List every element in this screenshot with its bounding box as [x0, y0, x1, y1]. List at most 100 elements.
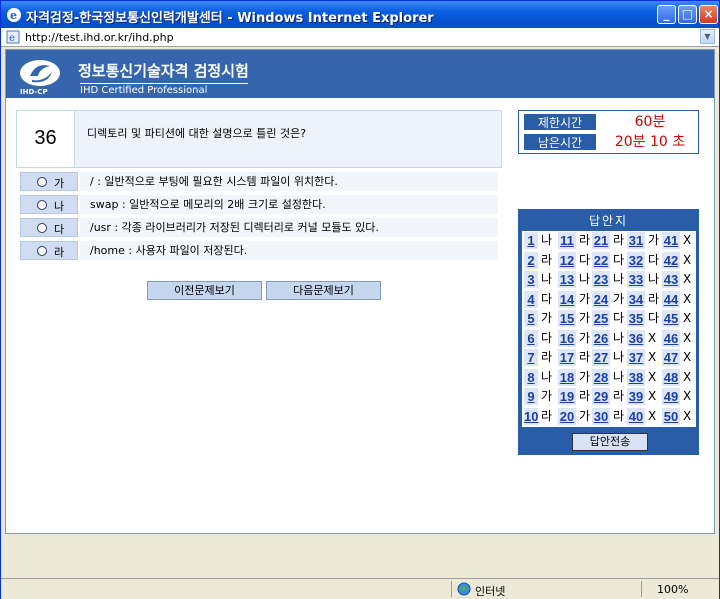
option-radio-button[interactable]: 라: [20, 241, 78, 260]
answer-question-link[interactable]: 21: [592, 232, 610, 249]
answer-question-link[interactable]: 8: [524, 368, 538, 386]
answer-question-link[interactable]: 50: [662, 407, 680, 425]
answer-question-link[interactable]: 17: [558, 349, 576, 366]
ihd-logo: IHD-CP: [20, 60, 60, 96]
answer-question-link[interactable]: 15: [558, 310, 576, 327]
answer-question-link[interactable]: 34: [627, 290, 645, 308]
answer-question-link[interactable]: 35: [627, 310, 645, 327]
status-divider: [641, 581, 642, 597]
answer-question-link[interactable]: 11: [558, 232, 576, 249]
answer-mark: X: [683, 369, 692, 384]
answer-question-link[interactable]: 43: [662, 271, 680, 288]
page-icon: e: [6, 30, 20, 44]
answer-question-link[interactable]: 12: [558, 251, 576, 269]
answer-question-link[interactable]: 5: [524, 310, 538, 327]
answer-question-link[interactable]: 27: [592, 349, 610, 366]
browser-window: e 자격검정-한국정보통신인력개발센터 - Windows Internet E…: [0, 0, 720, 599]
answer-question-link[interactable]: 38: [627, 368, 645, 386]
answer-question-link[interactable]: 9: [524, 388, 538, 405]
answer-question-link[interactable]: 1: [524, 232, 538, 249]
option-letter: 가: [54, 177, 65, 190]
answer-mark: 나: [648, 272, 660, 286]
answer-question-link[interactable]: 18: [558, 368, 576, 386]
answer-question-link[interactable]: 20: [558, 407, 576, 425]
answer-question-link[interactable]: 10: [524, 407, 538, 425]
submit-answers-button[interactable]: 답안전송: [572, 433, 648, 451]
answer-question-link[interactable]: 46: [662, 329, 680, 347]
answer-question-link[interactable]: 28: [592, 368, 610, 386]
answer-question-link[interactable]: 31: [627, 232, 645, 249]
answer-mark: 다: [541, 330, 553, 345]
radio-icon[interactable]: [37, 200, 47, 210]
answer-question-link[interactable]: 7: [524, 349, 538, 366]
answer-question-link[interactable]: 48: [662, 368, 680, 386]
answer-question-link[interactable]: 32: [627, 251, 645, 269]
radio-icon[interactable]: [37, 223, 47, 233]
option-row[interactable]: 나 swap : 일반적으로 메모리의 2배 크기로 설정한다.: [20, 195, 498, 214]
window-title: 자격검정-한국정보통신인력개발센터 - Windows Internet Exp…: [26, 11, 434, 26]
url-text[interactable]: http://test.ihd.or.kr/ihd.php: [25, 31, 174, 44]
answer-mark: 가: [579, 291, 591, 306]
question-text: 디렉토리 및 파티션에 대한 설명으로 틀린 것은?: [87, 127, 307, 140]
answer-question-link[interactable]: 33: [627, 271, 645, 288]
prev-question-button[interactable]: 이전문제보기: [147, 281, 262, 300]
answer-mark: 가: [613, 291, 625, 306]
answer-question-link[interactable]: 49: [662, 388, 680, 405]
answer-question-link[interactable]: 14: [558, 290, 576, 308]
radio-icon[interactable]: [37, 246, 47, 256]
answer-question-link[interactable]: 19: [558, 388, 576, 405]
option-radio-button[interactable]: 다: [20, 218, 78, 237]
maximize-button[interactable]: □: [678, 5, 697, 24]
option-radio-button[interactable]: 가: [20, 172, 78, 191]
answer-mark: X: [683, 350, 692, 364]
answer-question-link[interactable]: 23: [592, 271, 610, 288]
address-bar[interactable]: e http://test.ihd.or.kr/ihd.php ▼: [1, 28, 719, 47]
answer-question-link[interactable]: 42: [662, 251, 680, 269]
answer-mark: X: [648, 350, 657, 364]
answer-question-link[interactable]: 29: [592, 388, 610, 405]
answer-question-link[interactable]: 16: [558, 329, 576, 347]
answer-mark: 나: [613, 369, 625, 384]
option-row[interactable]: 다 /usr : 각종 라이브러리가 저장된 디렉터리로 커널 모듈도 있다.: [20, 218, 498, 237]
answer-question-link[interactable]: 13: [558, 271, 576, 288]
answer-mark: 라: [579, 233, 591, 247]
answer-mark: 다: [648, 252, 660, 267]
answer-mark: X: [683, 252, 692, 267]
close-button[interactable]: ×: [699, 5, 718, 24]
answer-question-link[interactable]: 3: [524, 271, 538, 288]
minimize-button[interactable]: _: [657, 5, 676, 24]
address-dropdown-icon[interactable]: ▼: [700, 29, 715, 44]
answer-question-link[interactable]: 2: [524, 251, 538, 269]
answer-question-link[interactable]: 24: [592, 290, 610, 308]
answer-question-link[interactable]: 41: [662, 232, 680, 249]
answer-question-link[interactable]: 4: [524, 290, 538, 308]
answer-row: 7 라 17 라 27 나 37 X 47 X: [522, 348, 696, 367]
answer-mark: 나: [541, 272, 553, 286]
answer-question-link[interactable]: 25: [592, 310, 610, 327]
zoom-level[interactable]: 100%: [657, 583, 688, 596]
answer-question-link[interactable]: 26: [592, 329, 610, 347]
option-row[interactable]: 라 /home : 사용자 파일이 저장된다.: [20, 241, 498, 260]
radio-icon[interactable]: [37, 177, 47, 187]
answer-mark: 나: [613, 272, 625, 286]
option-row[interactable]: 가 / : 일반적으로 부팅에 필요한 시스템 파일이 위치한다.: [20, 172, 498, 191]
option-text: / : 일반적으로 부팅에 필요한 시스템 파일이 위치한다.: [80, 172, 498, 191]
answer-mark: 나: [613, 330, 625, 345]
answer-mark: 라: [648, 291, 660, 306]
answer-mark: 라: [579, 350, 591, 364]
option-radio-button[interactable]: 나: [20, 195, 78, 214]
answer-question-link[interactable]: 47: [662, 349, 680, 366]
answer-question-link[interactable]: 30: [592, 407, 610, 425]
answer-question-link[interactable]: 36: [627, 329, 645, 347]
answer-question-link[interactable]: 6: [524, 329, 538, 347]
answer-mark: X: [648, 330, 657, 345]
answer-question-link[interactable]: 37: [627, 349, 645, 366]
answer-question-link[interactable]: 40: [627, 407, 645, 425]
answer-question-link[interactable]: 39: [627, 388, 645, 405]
answer-question-link[interactable]: 45: [662, 310, 680, 327]
answer-question-link[interactable]: 44: [662, 290, 680, 308]
answer-mark: 가: [541, 311, 553, 325]
answer-question-link[interactable]: 22: [592, 251, 610, 269]
next-question-button[interactable]: 다음문제보기: [266, 281, 381, 300]
answer-mark: 다: [613, 311, 625, 325]
